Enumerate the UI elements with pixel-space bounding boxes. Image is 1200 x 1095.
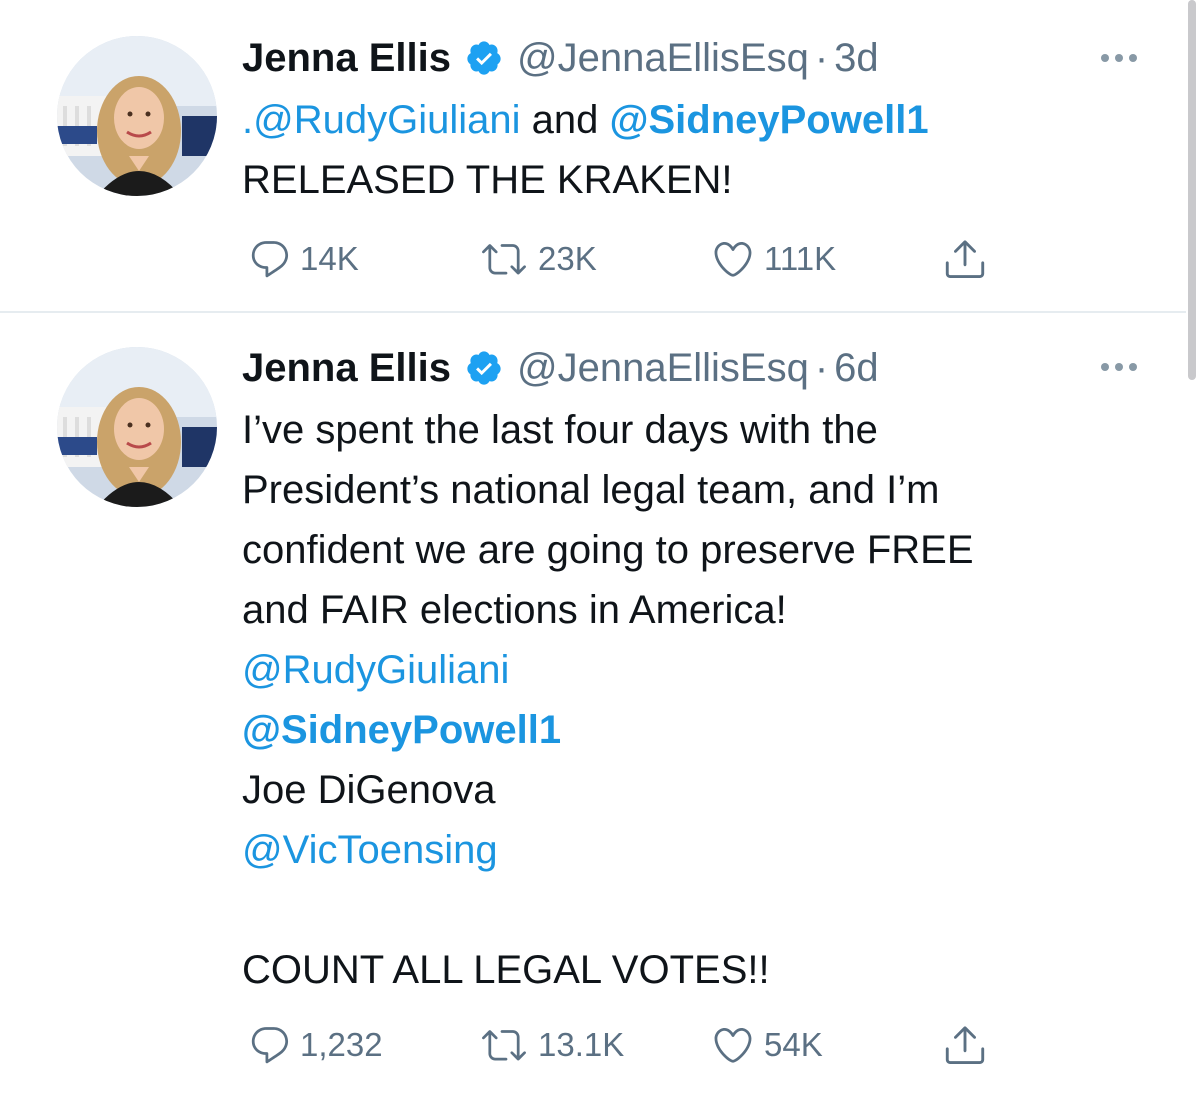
tweet-2[interactable]: Jenna Ellis @JennaEllisEsq · 6d I’ve spe… (0, 313, 1186, 1095)
display-name[interactable]: Jenna Ellis (242, 36, 451, 81)
heart-icon (714, 241, 752, 277)
tweet-actions: 14K 23K 111K (242, 234, 1002, 284)
tweet-line: @SidneyPowell1 (242, 700, 1142, 760)
like-button[interactable]: 54K (710, 1020, 823, 1070)
retweet-count: 13.1K (538, 1026, 625, 1063)
retweet-icon (482, 1030, 526, 1061)
tweet-text-span: I’ve spent the last four days with the (242, 408, 878, 452)
share-button[interactable] (942, 1020, 988, 1070)
like-button[interactable]: 111K (710, 234, 836, 284)
like-count: 111K (764, 240, 837, 277)
mention-link[interactable]: @VicToensing (242, 828, 498, 872)
scrollbar[interactable] (1188, 0, 1196, 380)
tweet-text-span: and (520, 98, 610, 142)
more-dots-icon[interactable] (1098, 357, 1140, 377)
reply-count: 14K (300, 240, 359, 277)
share-button[interactable] (942, 234, 988, 284)
tweet-text-span: and FAIR elections in America! (242, 588, 787, 632)
tweet-line: confident we are going to preserve FREE (242, 520, 1142, 580)
tweet-1[interactable]: Jenna Ellis @JennaEllisEsq · 3d .@RudyGi… (0, 0, 1186, 311)
tweet-actions: 1,232 13.1K 54K (242, 1020, 1002, 1070)
retweet-button[interactable]: 23K (478, 234, 597, 284)
separator: · (814, 345, 829, 390)
verified-badge-icon (465, 349, 503, 387)
share-icon (945, 1026, 985, 1065)
retweet-button[interactable]: 13.1K (478, 1020, 624, 1070)
tweet-text-span: RELEASED THE KRAKEN! (242, 158, 733, 202)
mention-link[interactable]: .@RudyGiuliani (242, 98, 521, 142)
tweet-text-span: COUNT ALL LEGAL VOTES!! (242, 948, 770, 992)
more-dots-icon[interactable] (1098, 48, 1140, 68)
tweet-text: I’ve spent the last four days with the P… (242, 400, 1142, 1000)
handle[interactable]: @JennaEllisEsq (517, 36, 809, 81)
tweet-text-span: President’s national legal team, and I’m (242, 468, 940, 512)
tweet-line: @RudyGiuliani (242, 640, 1142, 700)
timestamp[interactable]: 6d (834, 346, 879, 391)
mention-link[interactable]: @RudyGiuliani (242, 648, 509, 692)
reply-bubble-icon (251, 1027, 289, 1064)
mention-link[interactable]: @SidneyPowell1 (242, 708, 561, 752)
reply-bubble-icon (251, 241, 289, 278)
retweet-icon (482, 244, 526, 275)
separator: · (814, 35, 829, 80)
tweet-line: Joe DiGenova (242, 760, 1142, 820)
like-count: 54K (764, 1026, 823, 1063)
tweet-line: .@RudyGiuliani and @SidneyPowell1 (242, 90, 1142, 150)
tweet-line: @VicToensing (242, 820, 1142, 880)
tweet-text-span: Joe DiGenova (242, 768, 496, 812)
timestamp[interactable]: 3d (834, 36, 879, 81)
heart-icon (714, 1027, 752, 1063)
reply-count: 1,232 (300, 1026, 383, 1063)
display-name[interactable]: Jenna Ellis (242, 346, 451, 391)
share-icon (945, 240, 985, 279)
tweet-text: .@RudyGiuliani and @SidneyPowell1 RELEAS… (242, 90, 1142, 210)
retweet-count: 23K (538, 240, 597, 277)
tweet-line: COUNT ALL LEGAL VOTES!! (242, 940, 1142, 1000)
tweet-line: and FAIR elections in America! (242, 580, 1142, 640)
tweet-line: President’s national legal team, and I’m (242, 460, 1142, 520)
reply-button[interactable]: 14K (248, 234, 359, 284)
handle[interactable]: @JennaEllisEsq (517, 346, 809, 391)
tweet-line: RELEASED THE KRAKEN! (242, 150, 1142, 210)
mention-link[interactable]: @SidneyPowell1 (609, 98, 928, 142)
tweet-line: I’ve spent the last four days with the (242, 400, 1142, 460)
avatar[interactable] (57, 36, 217, 196)
avatar[interactable] (57, 347, 217, 507)
tweet-text-span: confident we are going to preserve FREE (242, 528, 974, 572)
reply-button[interactable]: 1,232 (248, 1020, 383, 1070)
timeline-feed: Jenna Ellis @JennaEllisEsq · 3d .@RudyGi… (0, 0, 1200, 1095)
verified-badge-icon (465, 39, 503, 77)
